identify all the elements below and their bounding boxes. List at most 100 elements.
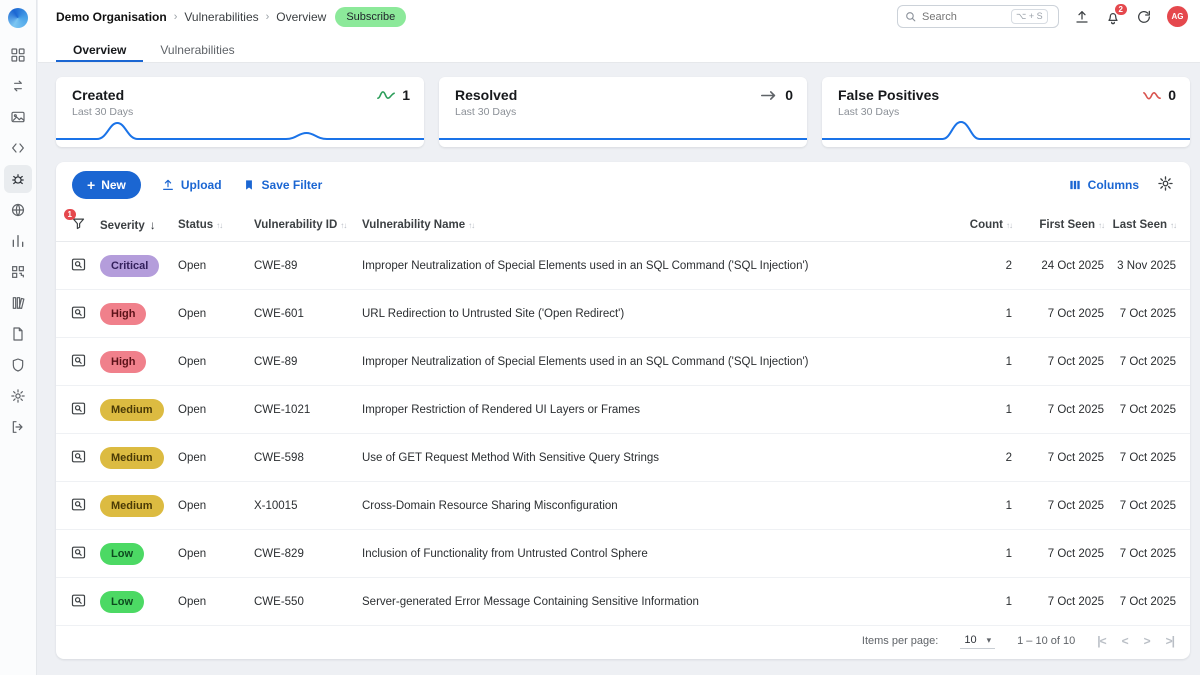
sidebar-item-library[interactable] <box>4 289 32 317</box>
vulnerability-id-cell: CWE-598 <box>254 452 362 464</box>
last-seen-cell: 7 Oct 2025 <box>1104 548 1190 560</box>
card-false-positives: False Positives Last 30 Days 0 <box>822 77 1190 147</box>
first-seen-cell: 24 Oct 2025 <box>1012 260 1104 272</box>
sidebar-item-dashboard[interactable] <box>4 41 32 69</box>
new-button[interactable]: + New <box>72 171 141 199</box>
view-details-button[interactable] <box>70 400 87 420</box>
breadcrumb: Demo Organisation › Vulnerabilities › Ov… <box>56 10 326 24</box>
last-seen-cell: 3 Nov 2025 <box>1104 260 1190 272</box>
sort-icon: ↑↓ <box>216 221 222 230</box>
sidebar-item-settings[interactable] <box>4 382 32 410</box>
globe-icon <box>10 202 26 218</box>
preview-icon <box>70 400 87 417</box>
tab-overview[interactable]: Overview <box>56 33 143 62</box>
vulnerability-id-cell: CWE-1021 <box>254 404 362 416</box>
count-cell: 1 <box>946 500 1012 512</box>
table-header-row: 1 Severity↓ Status↑↓ Vulnerability ID↑↓ … <box>56 208 1190 242</box>
search-input[interactable] <box>922 11 1006 23</box>
resolved-sparkline <box>439 118 807 144</box>
upload-icon <box>1074 9 1090 25</box>
table-settings-button[interactable] <box>1157 175 1174 195</box>
preview-icon <box>70 304 87 321</box>
sidebar-item-shield[interactable] <box>4 351 32 379</box>
header-severity[interactable]: Severity↓ <box>100 218 178 232</box>
bar-chart-icon <box>10 233 26 249</box>
sidebar-item-code[interactable] <box>4 134 32 162</box>
breadcrumb-vulnerabilities[interactable]: Vulnerabilities <box>184 10 258 24</box>
header-vulnerability-name[interactable]: Vulnerability Name↑↓ <box>362 219 946 231</box>
view-details-button[interactable] <box>70 592 87 612</box>
table-row[interactable]: Low Open CWE-550 Server-generated Error … <box>56 578 1190 626</box>
vulnerability-name-cell: Cross-Domain Resource Sharing Misconfigu… <box>362 500 946 512</box>
view-details-button[interactable] <box>70 256 87 276</box>
search-box[interactable]: ⌥ + S <box>897 5 1059 28</box>
vulnerability-name-cell: Improper Restriction of Rendered UI Laye… <box>362 404 946 416</box>
sidebar-item-reports[interactable] <box>4 320 32 348</box>
count-cell: 1 <box>946 404 1012 416</box>
items-per-page-label: Items per page: <box>862 635 938 647</box>
sort-icon: ↑↓ <box>468 221 474 230</box>
filter-button[interactable]: 1 <box>71 216 86 234</box>
table-row[interactable]: Critical Open CWE-89 Improper Neutraliza… <box>56 242 1190 290</box>
subscribe-button[interactable]: Subscribe <box>335 7 406 27</box>
table-row[interactable]: High Open CWE-601 URL Redirection to Unt… <box>56 290 1190 338</box>
sidebar-item-connections[interactable] <box>4 72 32 100</box>
upload-button[interactable]: Upload <box>161 178 222 192</box>
header-first-seen[interactable]: First Seen↑↓ <box>1012 219 1104 231</box>
app-logo <box>8 8 28 28</box>
view-details-button[interactable] <box>70 544 87 564</box>
first-seen-cell: 7 Oct 2025 <box>1012 452 1104 464</box>
avatar[interactable]: AG <box>1167 6 1188 27</box>
view-details-button[interactable] <box>70 496 87 516</box>
table-row[interactable]: High Open CWE-89 Improper Neutralization… <box>56 338 1190 386</box>
header-count[interactable]: Count↑↓ <box>946 219 1012 231</box>
view-details-button[interactable] <box>70 448 87 468</box>
save-filter-button[interactable]: Save Filter <box>242 178 323 192</box>
first-page-button[interactable]: |< <box>1097 634 1105 648</box>
sidebar-item-web[interactable] <box>4 196 32 224</box>
sidebar-item-modules[interactable] <box>4 258 32 286</box>
vulnerability-id-cell: CWE-550 <box>254 596 362 608</box>
header-status[interactable]: Status↑↓ <box>178 219 254 231</box>
view-details-button[interactable] <box>70 304 87 324</box>
import-button[interactable] <box>1074 9 1090 25</box>
vulnerability-id-cell: CWE-829 <box>254 548 362 560</box>
next-page-button[interactable]: > <box>1144 634 1150 648</box>
notifications-button[interactable]: 2 <box>1105 9 1121 25</box>
status-cell: Open <box>178 452 254 464</box>
sort-icon: ↑↓ <box>340 221 346 230</box>
new-button-label: New <box>101 178 126 192</box>
filter-count-badge: 1 <box>64 209 76 220</box>
page-size-select[interactable]: 10 ▾ <box>960 632 995 649</box>
sidebar-item-vulnerabilities[interactable] <box>4 165 32 193</box>
count-cell: 2 <box>946 452 1012 464</box>
severity-badge: High <box>100 351 146 373</box>
vulnerability-name-cell: Use of GET Request Method With Sensitive… <box>362 452 946 464</box>
top-bar: Demo Organisation › Vulnerabilities › Ov… <box>38 0 1200 33</box>
refresh-button[interactable] <box>1136 9 1152 25</box>
sidebar-item-assets[interactable] <box>4 103 32 131</box>
sidebar-item-analytics[interactable] <box>4 227 32 255</box>
view-details-button[interactable] <box>70 352 87 372</box>
first-seen-cell: 7 Oct 2025 <box>1012 404 1104 416</box>
header-last-seen[interactable]: Last Seen↑↓ <box>1104 219 1190 231</box>
gear-icon <box>10 388 26 404</box>
tab-vulnerabilities[interactable]: Vulnerabilities <box>143 33 251 62</box>
search-shortcut: ⌥ + S <box>1011 9 1048 24</box>
table-toolbar: + New Upload Save Filter Columns <box>56 162 1190 208</box>
table-row[interactable]: Medium Open CWE-1021 Improper Restrictio… <box>56 386 1190 434</box>
table-row[interactable]: Medium Open CWE-598 Use of GET Request M… <box>56 434 1190 482</box>
previous-page-button[interactable]: < <box>1122 634 1128 648</box>
table-row[interactable]: Medium Open X-10015 Cross-Domain Resourc… <box>56 482 1190 530</box>
card-subtitle: Last 30 Days <box>455 106 517 118</box>
header-vulnerability-id[interactable]: Vulnerability ID↑↓ <box>254 219 362 231</box>
status-cell: Open <box>178 308 254 320</box>
breadcrumb-overview[interactable]: Overview <box>276 10 326 24</box>
card-value: 1 <box>402 87 410 103</box>
breadcrumb-organisation[interactable]: Demo Organisation <box>56 10 167 24</box>
sidebar-item-export[interactable] <box>4 413 32 441</box>
last-page-button[interactable]: >| <box>1166 634 1174 648</box>
table-row[interactable]: Low Open CWE-829 Inclusion of Functional… <box>56 530 1190 578</box>
columns-button[interactable]: Columns <box>1068 178 1139 192</box>
card-subtitle: Last 30 Days <box>838 106 939 118</box>
